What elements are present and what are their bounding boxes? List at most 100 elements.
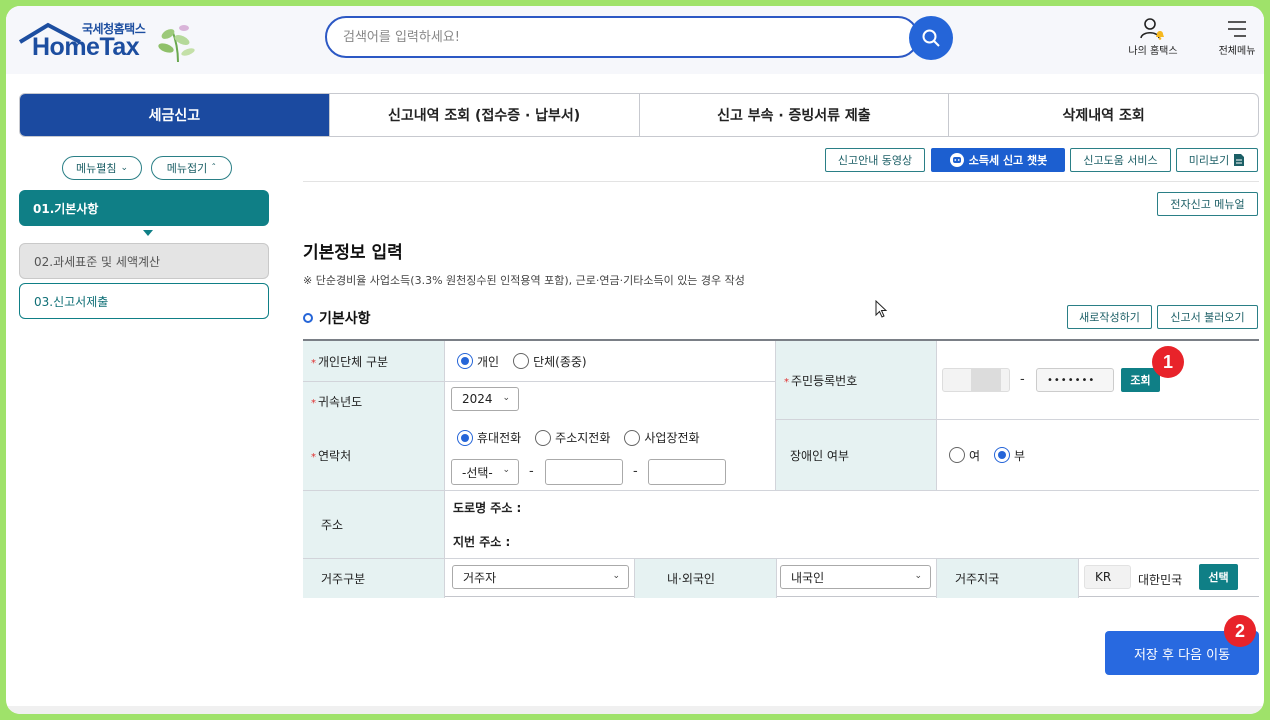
country-select-button[interactable]: 선택 xyxy=(1199,564,1238,590)
phone-middle-input[interactable] xyxy=(545,459,623,485)
nationality-label: 내·외국인 xyxy=(667,572,715,586)
my-hometax-button[interactable]: 나의 홈택스 xyxy=(1120,16,1186,57)
contact-type-group: 휴대전화 주소지전화 사업장전화 xyxy=(457,429,714,446)
menu-icon xyxy=(1228,21,1246,37)
nationality-select[interactable]: 내국인 ⌄ xyxy=(780,565,931,589)
preview-label: 미리보기 xyxy=(1188,154,1230,167)
phone-dash-2: - xyxy=(633,464,638,479)
radio-home-phone-label: 주소지전화 xyxy=(555,431,611,445)
radio-individual-label: 개인 xyxy=(477,354,500,369)
year-label: 귀속년도 xyxy=(311,393,362,410)
menu-expand-label: 메뉴펼침 xyxy=(75,162,117,175)
menu-collapse-button[interactable]: 메뉴접기 ˆ xyxy=(151,156,232,180)
step-badge-1: 1 xyxy=(1152,346,1184,378)
radio-disabled-yes[interactable]: 여 xyxy=(949,447,980,464)
step-submit[interactable]: 03.신고서제출 xyxy=(19,283,269,319)
help-service-button[interactable]: 신고도움 서비스 xyxy=(1070,148,1171,172)
disabled-label-cell: 장애인 여부 xyxy=(776,420,937,491)
load-report-button[interactable]: 신고서 불러오기 xyxy=(1157,305,1258,329)
radio-individual[interactable]: 개인 xyxy=(457,353,499,370)
radio-disabled-no-label: 부 xyxy=(1014,448,1026,463)
residence-select-value: 거주자 xyxy=(463,570,497,585)
chevron-down-icon: ⌄ xyxy=(612,571,620,581)
phone-prefix-value: -선택- xyxy=(462,465,493,480)
country-code-field: KR xyxy=(1084,565,1131,589)
full-menu-button[interactable]: 전체메뉴 xyxy=(1211,16,1263,57)
radio-checked-icon xyxy=(457,429,473,446)
radio-disabled-no[interactable]: 부 xyxy=(994,447,1025,464)
type-label-cell: 개인단체 구분 xyxy=(303,341,445,382)
section-title-label: 기본사항 xyxy=(319,311,371,327)
menu-expand-button[interactable]: 메뉴펼침 ⌄ xyxy=(62,156,142,180)
contact-label-cell: 연락처 xyxy=(303,420,445,491)
load-report-label: 신고서 불러오기 xyxy=(1170,311,1245,324)
plant-icon xyxy=(158,25,195,63)
phone-last-input[interactable] xyxy=(648,459,726,485)
full-menu-label: 전체메뉴 xyxy=(1218,46,1256,57)
my-hometax-label: 나의 홈택스 xyxy=(1128,46,1178,57)
chatbot-label: 소득세 신고 챗봇 xyxy=(968,154,1048,167)
e-manual-button[interactable]: 전자신고 메뉴얼 xyxy=(1157,192,1258,216)
chatbot-button[interactable]: 소득세 신고 챗봇 xyxy=(931,148,1065,172)
toolbar-divider xyxy=(303,181,1259,182)
radio-checked-icon xyxy=(457,353,473,369)
rrn-back-input[interactable]: ••••••• xyxy=(1036,368,1114,392)
radio-unchecked-icon xyxy=(535,429,552,446)
search-icon xyxy=(922,29,940,47)
tab-tax-report[interactable]: 세금신고 xyxy=(20,94,329,136)
search-box[interactable] xyxy=(325,16,919,58)
address-label-cell: 주소 xyxy=(303,491,445,559)
year-select[interactable]: 2024 ⌄ xyxy=(451,387,519,411)
country-label-cell: 거주지국 xyxy=(937,559,1079,598)
rrn-dash: - xyxy=(1020,372,1025,387)
step-basic-info[interactable]: 01.기본사항 xyxy=(19,190,269,226)
new-write-button[interactable]: 새로작성하기 xyxy=(1067,305,1152,329)
chevron-down-icon: ⌄ xyxy=(120,163,129,173)
menu-collapse-label: 메뉴접기 xyxy=(166,162,208,175)
e-manual-label: 전자신고 메뉴얼 xyxy=(1170,198,1245,211)
chevron-down-icon: ⌄ xyxy=(914,571,922,581)
radio-checked-icon xyxy=(994,447,1011,463)
radio-work-phone[interactable]: 사업장전화 xyxy=(624,429,700,446)
rrn-blur xyxy=(971,369,1001,391)
basic-info-form: 개인단체 구분 개인 단체(종중) 귀속년도 연락처 주민등록번호 장애인 여부… xyxy=(303,339,1259,598)
hometax-logo[interactable]: 국세청홈택스 HomeTax xyxy=(18,18,208,66)
rrn-label-cell: 주민등록번호 xyxy=(776,341,937,420)
chevron-up-icon: ˆ xyxy=(211,162,217,174)
phone-dash-1: - xyxy=(529,464,534,479)
nationality-select-value: 내국인 xyxy=(791,570,825,585)
preview-button[interactable]: 미리보기 xyxy=(1176,148,1258,172)
country-name: 대한민국 xyxy=(1138,573,1183,587)
tab-report-history[interactable]: 신고내역 조회 (접수증 · 납부서) xyxy=(328,94,639,136)
tab-deleted-history[interactable]: 삭제내역 조회 xyxy=(948,94,1258,136)
residence-label: 거주구분 xyxy=(321,572,366,586)
radio-work-phone-label: 사업장전화 xyxy=(644,431,700,445)
rrn-front-input[interactable] xyxy=(942,368,1010,392)
document-icon xyxy=(1234,154,1245,166)
chatbot-icon xyxy=(949,153,964,167)
step-tax-calc[interactable]: 02.과세표준 및 세액계산 xyxy=(19,243,269,279)
radio-mobile[interactable]: 휴대전화 xyxy=(457,429,521,446)
radio-disabled-yes-label: 여 xyxy=(969,448,981,463)
notice-text: ※ 단순경비율 사업소득(3.3% 원천징수된 인적용역 포함), 근로·연금·… xyxy=(303,274,745,287)
rrn-label: 주민등록번호 xyxy=(784,372,857,389)
phone-prefix-select[interactable]: -선택- ⌄ xyxy=(451,459,519,485)
radio-group[interactable]: 단체(종중) xyxy=(513,353,587,370)
guide-video-button[interactable]: 신고안내 동영상 xyxy=(825,148,925,172)
radio-unchecked-icon xyxy=(513,353,530,369)
disabled-label: 장애인 여부 xyxy=(790,448,850,463)
step-badge-2: 2 xyxy=(1224,615,1256,647)
user-bell-icon xyxy=(1140,18,1164,40)
guide-video-label: 신고안내 동영상 xyxy=(837,154,913,167)
country-label: 거주지국 xyxy=(955,572,1000,586)
tab-attach-documents[interactable]: 신고 부속 · 증빙서류 제출 xyxy=(638,94,949,136)
search-input[interactable] xyxy=(343,27,883,47)
lookup-button[interactable]: 조회 xyxy=(1121,368,1160,392)
residence-select[interactable]: 거주자 ⌄ xyxy=(452,565,629,589)
residence-label-cell: 거주구분 xyxy=(303,559,445,598)
radio-unchecked-icon xyxy=(624,429,641,446)
cursor-icon xyxy=(875,300,888,318)
radio-home-phone[interactable]: 주소지전화 xyxy=(535,429,610,446)
page-title: 기본정보 입력 xyxy=(303,243,403,263)
search-button[interactable] xyxy=(909,16,953,60)
